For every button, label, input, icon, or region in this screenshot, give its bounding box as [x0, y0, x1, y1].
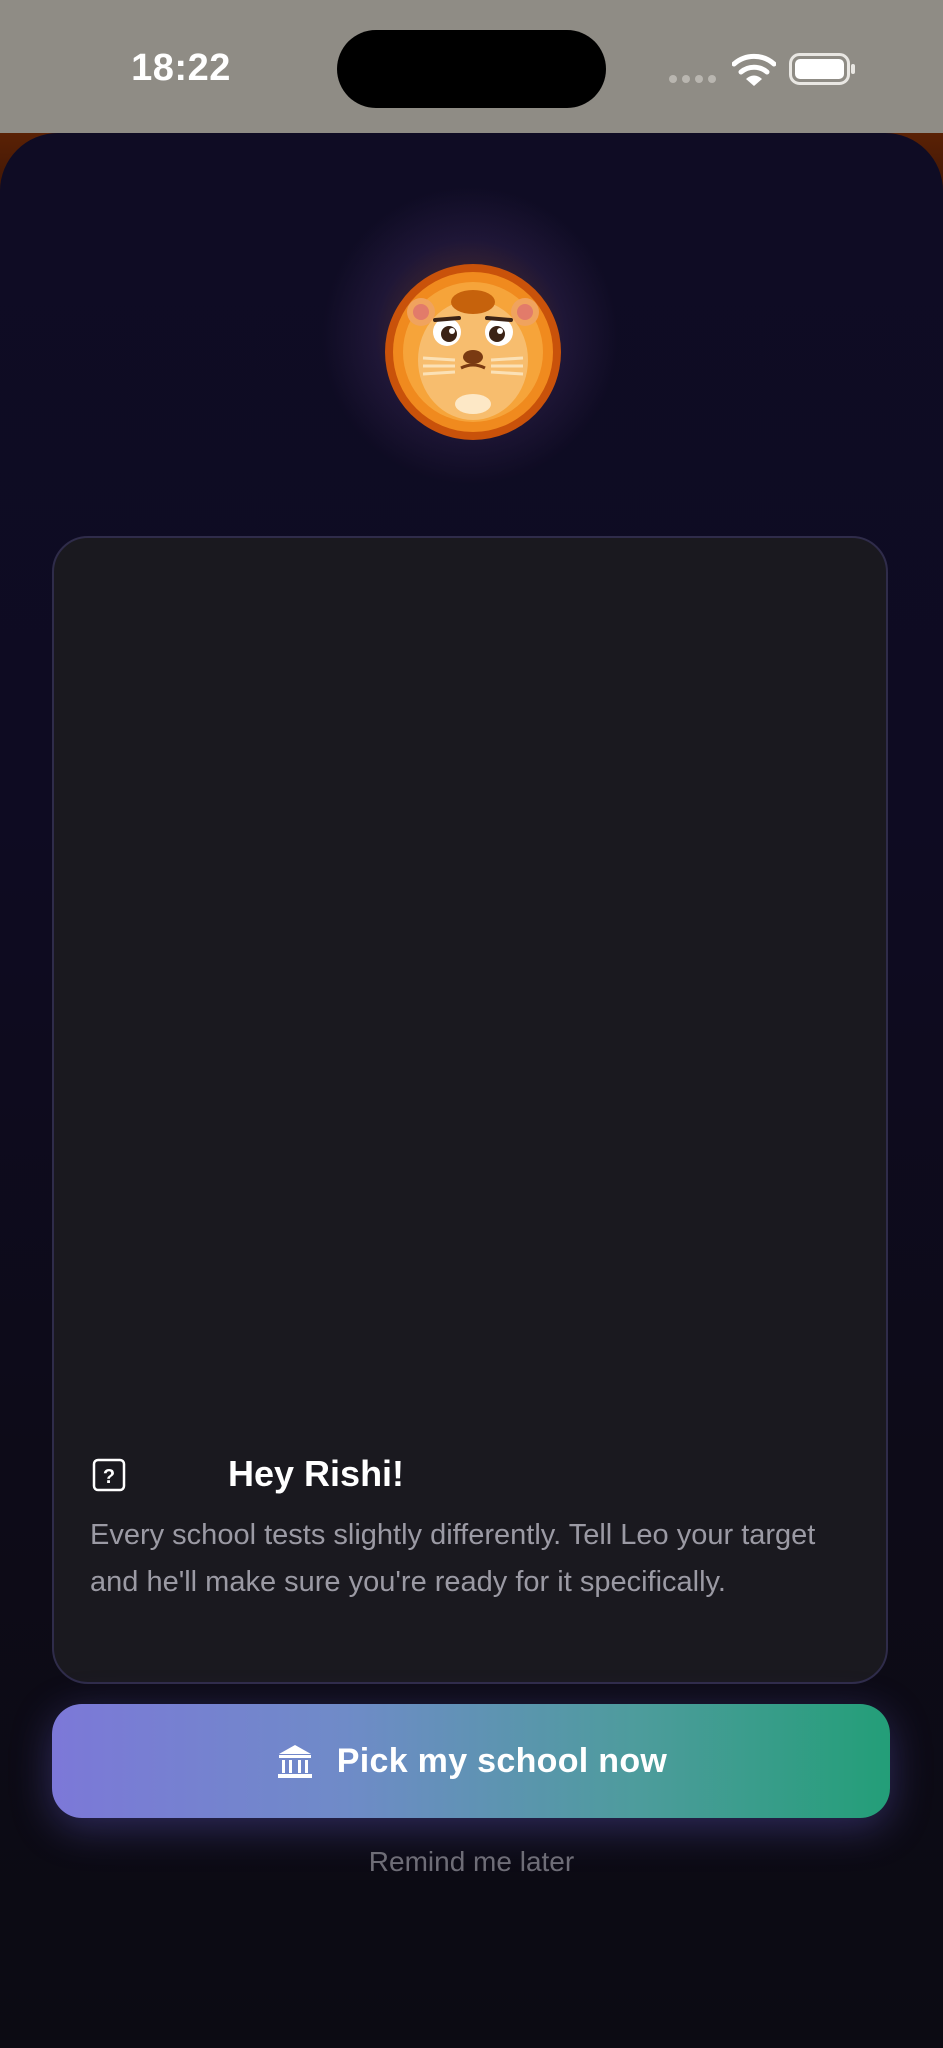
- greeting-title: Hey Rishi!: [228, 1453, 405, 1494]
- battery-icon: [789, 53, 855, 85]
- lion-mascot-icon: [385, 264, 561, 440]
- bank-building-icon: [277, 1745, 312, 1778]
- svg-text:?: ?: [103, 1466, 115, 1488]
- signal-dots-icon: [669, 75, 716, 83]
- remind-later-link[interactable]: Remind me later: [0, 1842, 943, 1882]
- status-time: 18:22: [131, 47, 231, 89]
- card-message: Every school tests slightly differently.…: [90, 1519, 816, 1598]
- pick-school-button[interactable]: Pick my school now: [52, 1704, 890, 1818]
- wifi-icon: [732, 53, 776, 86]
- status-bar: 18:22: [0, 0, 943, 133]
- dynamic-island: [337, 30, 606, 108]
- question-mark-icon: ?: [92, 1458, 126, 1492]
- pick-school-label: Pick my school now: [336, 1741, 668, 1780]
